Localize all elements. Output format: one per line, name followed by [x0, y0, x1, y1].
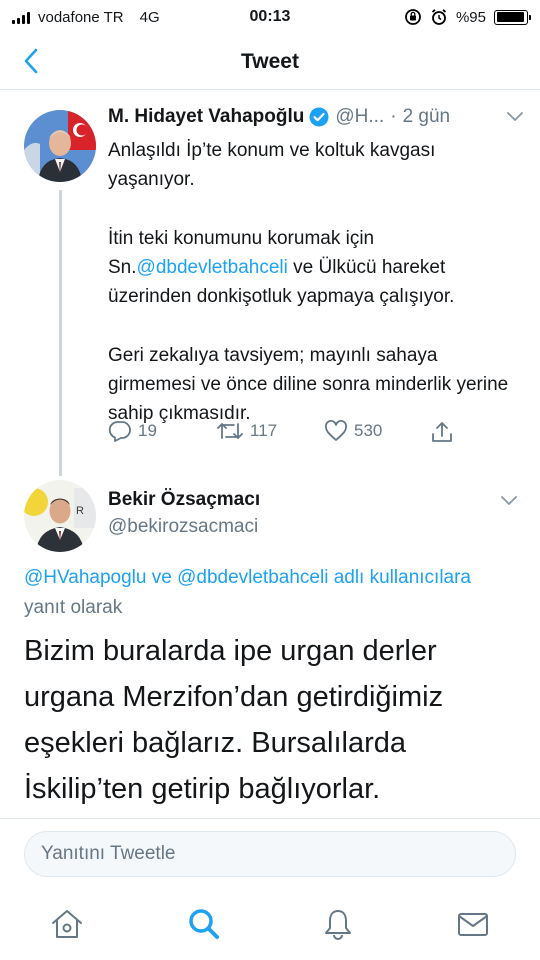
reply-input[interactable] — [24, 831, 516, 877]
tweet-paragraph: Geri zekalıya tavsiyem; mayınlı sahaya g… — [108, 345, 509, 424]
home-icon — [52, 910, 82, 938]
network-type: 4G — [139, 8, 160, 26]
svg-text:R: R — [76, 505, 84, 517]
search-icon — [189, 909, 219, 939]
replying-to-context: @HVahapoglu ve @dbdevletbahceli adlı kul… — [24, 563, 504, 623]
reply-author-handle[interactable]: @bekirozsacmaci — [108, 516, 258, 538]
share-button[interactable] — [430, 420, 454, 444]
tweet-paragraph: Anlaşıldı İp’te konum ve koltuk kavgası … — [108, 140, 436, 190]
battery-percentage: %95 — [455, 8, 486, 26]
tweet-text: Anlaşıldı İp’te konum ve koltuk kavgası … — [108, 136, 524, 458]
author-name[interactable]: M. Hidayet Vahapoğlu — [108, 106, 304, 128]
retweet-button[interactable]: 117 — [216, 420, 277, 442]
battery-icon — [494, 9, 531, 25]
tab-notifications[interactable] — [318, 904, 358, 944]
replying-to-conjunction: ve — [146, 567, 178, 588]
mention-link[interactable]: @HVahapoglu — [24, 567, 146, 588]
chevron-left-icon — [24, 48, 38, 74]
like-button[interactable]: 530 — [324, 420, 382, 442]
envelope-icon — [458, 913, 488, 936]
like-count: 530 — [354, 421, 383, 440]
replying-to-suffix: yanıt olarak — [24, 597, 123, 618]
chevron-down-icon — [507, 112, 523, 121]
avatar[interactable]: R — [24, 480, 96, 552]
bell-icon — [325, 910, 351, 940]
tweet-paragraph: İtin teki konumunu korumak için Sn.@dbde… — [108, 228, 455, 307]
thread-connector-line — [59, 190, 62, 476]
reply-menu-button[interactable] — [500, 494, 518, 512]
tweet-actions: 19 117 530 — [108, 420, 488, 448]
orientation-lock-icon — [405, 9, 421, 25]
tweet-time[interactable]: 2 gün — [403, 106, 451, 128]
tweet-header: M. Hidayet Vahapoğlu @H... · 2 gün — [108, 106, 524, 128]
reply-icon — [108, 421, 131, 442]
reply-author-name[interactable]: Bekir Özsaçmacı — [108, 489, 260, 511]
reply-button[interactable]: 19 — [108, 420, 157, 442]
reply-tweet-text: Bizim buralarda ipe urgan derler urgana … — [24, 635, 444, 805]
chevron-down-icon — [501, 496, 517, 505]
verified-badge-icon — [309, 107, 329, 127]
tab-search[interactable] — [184, 904, 224, 944]
author-handle[interactable]: @H... — [335, 106, 384, 128]
reply-composer-bar — [0, 818, 540, 890]
reply-count: 19 — [138, 421, 157, 440]
retweet-count: 117 — [250, 421, 278, 440]
carrier-name: vodafone TR — [38, 8, 124, 26]
tab-messages[interactable] — [453, 904, 493, 944]
retweet-icon — [217, 423, 243, 439]
mention-link[interactable]: @dbdevletbahceli adlı kullanıcılara — [177, 567, 471, 588]
separator-dot: · — [390, 106, 397, 127]
signal-strength-icon — [12, 10, 30, 24]
page-title: Tweet — [241, 49, 299, 73]
mention-link[interactable]: @dbdevletbahceli — [137, 257, 288, 278]
tab-bar — [0, 890, 540, 960]
status-bar: vodafone TR 4G 00:13 %95 — [0, 0, 540, 34]
tweet-menu-button[interactable] — [506, 111, 524, 123]
avatar[interactable] — [24, 110, 96, 182]
alarm-icon — [431, 9, 447, 25]
reply-author-avatar-image: R — [24, 480, 96, 552]
navigation-bar: Tweet — [0, 34, 540, 90]
tab-home[interactable] — [47, 904, 87, 944]
heart-icon — [325, 420, 347, 441]
back-button[interactable] — [14, 44, 48, 78]
share-icon — [432, 422, 452, 442]
author-avatar-image — [24, 110, 96, 182]
